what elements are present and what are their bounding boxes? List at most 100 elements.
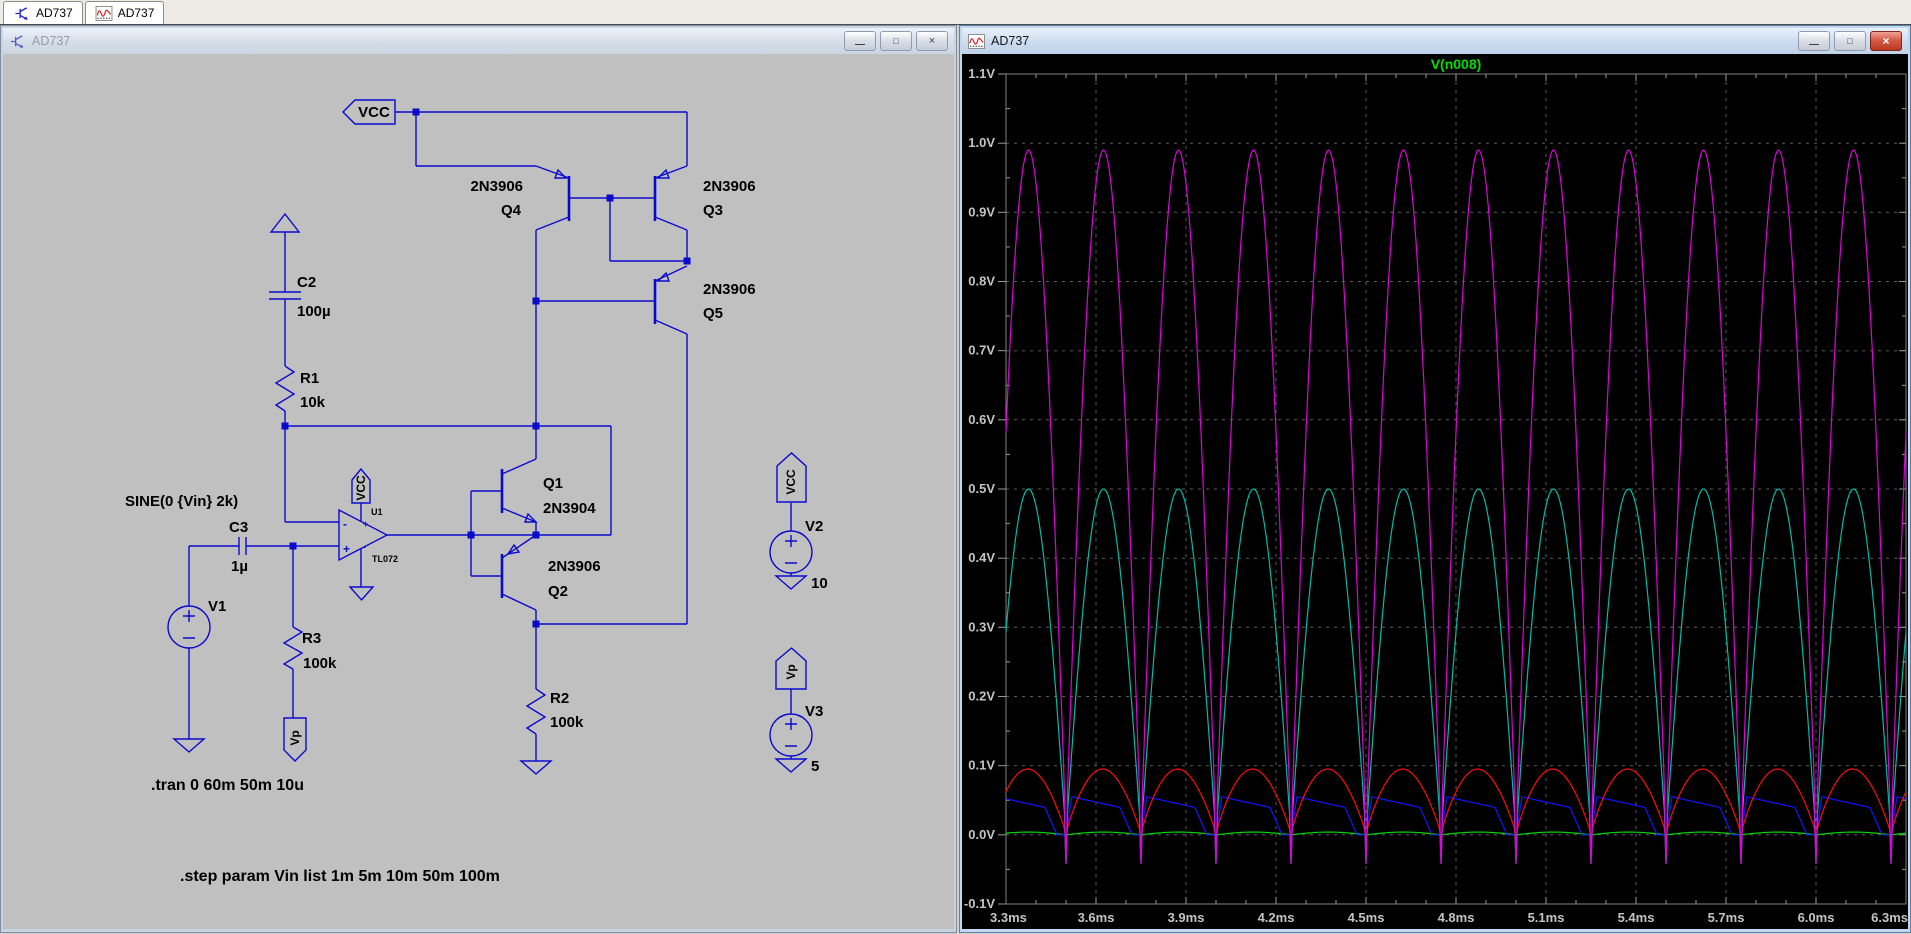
svg-text:5.7ms: 5.7ms xyxy=(1708,910,1745,925)
r2-ground-symbol xyxy=(519,760,553,775)
svg-text:3.9ms: 3.9ms xyxy=(1168,910,1205,925)
v3-ground-symbol xyxy=(774,758,808,773)
c3-ref-label: C3 xyxy=(229,519,248,536)
r1-value-label: 10k xyxy=(300,394,326,411)
transistor-q2[interactable]: 2N3906 Q2 xyxy=(471,534,601,611)
v2-ground-symbol xyxy=(774,575,808,590)
svg-text:4.2ms: 4.2ms xyxy=(1258,910,1295,925)
minimize-button[interactable]: — xyxy=(844,31,876,51)
capacitor-c3[interactable]: C3 1µ xyxy=(229,519,248,575)
svg-text:0.7V: 0.7V xyxy=(968,343,995,358)
restore-button[interactable]: □ xyxy=(1834,31,1866,51)
svg-text:4.5ms: 4.5ms xyxy=(1348,910,1385,925)
schematic-window-titlebar[interactable]: AD737 — □ × xyxy=(3,28,954,54)
voltage-source-v3[interactable]: Vp V3 5 xyxy=(769,647,823,775)
c3-value-label: 1µ xyxy=(231,558,248,575)
svg-text:5.4ms: 5.4ms xyxy=(1618,910,1655,925)
svg-text:0.9V: 0.9V xyxy=(968,204,995,219)
svg-text:6.0ms: 6.0ms xyxy=(1798,910,1835,925)
svg-text:0.3V: 0.3V xyxy=(968,619,995,634)
opamp-vplus-mark: + xyxy=(363,519,368,529)
minimize-icon: — xyxy=(1809,39,1819,50)
plot-svg: -0.1V 0.0V 0.1V 0.2V 0.3V 0.4V 0.5V 0.6V 0.7V 0.8… xyxy=(964,66,1908,925)
schematic-wires xyxy=(188,111,792,761)
svg-text:1.0V: 1.0V xyxy=(968,135,995,150)
trace-label[interactable]: V(n008) xyxy=(1006,56,1906,72)
voltage-source-v1[interactable]: V1 xyxy=(167,598,226,753)
tab-label: AD737 xyxy=(117,6,155,20)
svg-text:0.2V: 0.2V xyxy=(968,689,995,704)
opamp-vcc-flag-label: VCC xyxy=(354,475,368,501)
vp-flag-r3-label: Vp xyxy=(288,730,302,745)
capacitor-c2[interactable]: C2 100µ xyxy=(269,212,331,320)
svg-text:0.4V: 0.4V xyxy=(968,550,995,565)
r3-value-label: 100k xyxy=(303,655,337,672)
minimize-button[interactable]: — xyxy=(1798,31,1830,51)
opamp-noninverting-mark: + xyxy=(343,542,350,556)
q3-ref-label: Q3 xyxy=(703,202,723,219)
q3-part-label: 2N3906 xyxy=(703,178,756,195)
tab-bar: AD737 AD737 xyxy=(0,0,1911,25)
v2-ref-label: V2 xyxy=(805,518,823,535)
r1-ref-label: R1 xyxy=(300,370,319,387)
transistor-q5[interactable]: 2N3906 Q5 xyxy=(653,265,756,335)
close-button[interactable]: × xyxy=(1870,31,1902,51)
vp-flag-r3[interactable]: Vp xyxy=(283,717,307,762)
c2-value-label: 100µ xyxy=(297,303,331,320)
svg-text:-0.1V: -0.1V xyxy=(964,896,995,911)
minimize-icon: — xyxy=(855,39,865,50)
tran-directive[interactable]: .tran 0 60m 50m 10u xyxy=(151,777,304,794)
tab-schematic[interactable]: AD737 xyxy=(3,1,83,24)
transistor-q3[interactable]: 2N3906 Q3 xyxy=(653,165,756,231)
q1-part-label: 2N3904 xyxy=(543,500,596,517)
schematic-canvas[interactable]: VCC 2N3906 Q4 2N3906 Q3 2N3906 Q5 C2 100… xyxy=(3,54,954,929)
restore-button[interactable]: □ xyxy=(880,31,912,51)
opamp-part-label: TL072 xyxy=(372,554,398,564)
v3-value-label: 5 xyxy=(811,758,819,775)
waveform-pane[interactable]: V(n008) -0.1V 0.0V 0.1V 0.2V 0.3V 0.4V 0.5V 0.6… xyxy=(962,54,1908,929)
svg-text:3.6ms: 3.6ms xyxy=(1078,910,1115,925)
svg-text:6.3ms: 6.3ms xyxy=(1871,910,1908,925)
v3-ref-label: V3 xyxy=(805,703,823,720)
c2-ref-label: C2 xyxy=(297,274,316,291)
close-button[interactable]: × xyxy=(916,31,948,51)
svg-text:0.8V: 0.8V xyxy=(968,274,995,289)
vp-flag-v3-label: Vp xyxy=(784,664,798,679)
waveform-icon xyxy=(95,5,113,21)
vcc-flag-top[interactable]: VCC xyxy=(342,99,396,125)
resistor-r3[interactable]: R3 100k xyxy=(282,626,337,672)
window-title: AD737 xyxy=(991,34,1030,48)
resistor-r1[interactable]: R1 10k xyxy=(274,365,326,412)
window-title: AD737 xyxy=(32,34,71,48)
q1-ref-label: Q1 xyxy=(543,475,563,492)
opamp-vminus-mark: - xyxy=(363,542,366,552)
svg-text:0.0V: 0.0V xyxy=(968,827,995,842)
svg-text:5.1ms: 5.1ms xyxy=(1528,910,1565,925)
v2-value-label: 10 xyxy=(811,575,828,592)
step-directive[interactable]: .step param Vin list 1m 5m 10m 50m 100m xyxy=(180,868,500,885)
close-icon: × xyxy=(1882,34,1890,48)
svg-text:4.8ms: 4.8ms xyxy=(1438,910,1475,925)
tab-waveform[interactable]: AD737 xyxy=(84,1,165,24)
opamp-inverting-mark: - xyxy=(343,517,347,531)
svg-text:3.3ms: 3.3ms xyxy=(990,910,1027,925)
opamp-ground-symbol xyxy=(348,586,375,602)
schematic-icon xyxy=(10,34,24,48)
r2-ref-label: R2 xyxy=(550,690,569,707)
transistor-q1[interactable]: Q1 2N3904 xyxy=(471,458,596,523)
voltage-source-v2[interactable]: VCC V2 10 xyxy=(769,452,828,592)
waveform-window-titlebar[interactable]: AD737 — □ × xyxy=(962,28,1908,54)
r2-value-label: 100k xyxy=(550,714,584,731)
v1-ref-label: V1 xyxy=(208,598,226,615)
v1-value-label[interactable]: SINE(0 {Vin} 2k) xyxy=(125,493,238,510)
waveform-window: AD737 — □ × V(n008) -0.1V 0.0V 0.1V 0.2V 0.3… xyxy=(959,25,1911,933)
waveform-icon xyxy=(968,33,985,49)
vcc-flag-v2-label: VCC xyxy=(784,469,798,495)
schematic-window: AD737 — □ × VCC 2N3906 Q4 2N3906 Q3 2N39… xyxy=(0,25,957,933)
close-icon: × xyxy=(928,34,936,47)
resistor-r2[interactable]: R2 100k xyxy=(519,688,584,775)
restore-icon: □ xyxy=(893,35,899,46)
schematic-icon xyxy=(15,6,28,20)
q5-part-label: 2N3906 xyxy=(703,281,756,298)
transistor-q4[interactable]: 2N3906 Q4 xyxy=(470,165,571,231)
